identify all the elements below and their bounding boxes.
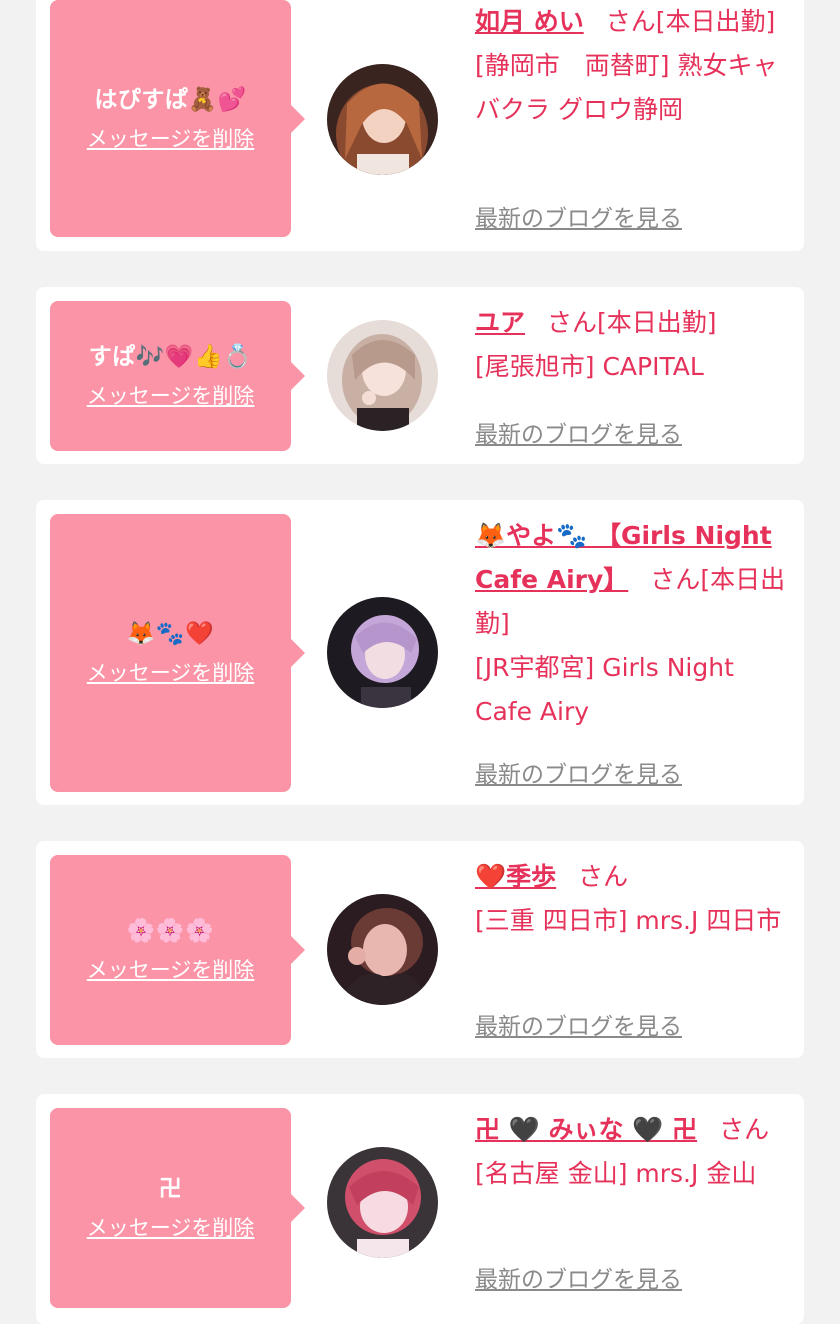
avatar[interactable] bbox=[327, 894, 438, 1005]
cast-name-link[interactable]: 卍 🖤 みぃな 🖤 卍 bbox=[475, 1115, 697, 1144]
delete-message-link[interactable]: メッセージを削除 bbox=[87, 123, 255, 153]
cast-name-link[interactable]: ユア bbox=[475, 308, 525, 337]
avatar[interactable] bbox=[327, 320, 438, 431]
message-bubble: 卍 メッセージを削除 bbox=[50, 1108, 305, 1308]
message-text: 🦊🐾❤️ bbox=[126, 621, 215, 647]
shop-info: [静岡市 両替町] 熟女キャバクラ グロウ静岡 bbox=[475, 51, 778, 124]
honorific: さん bbox=[650, 565, 701, 594]
delete-message-link[interactable]: メッセージを削除 bbox=[87, 657, 255, 687]
attendance-status: [本日出勤] bbox=[597, 308, 717, 337]
favorite-card: 🦊🐾❤️ メッセージを削除 🦊やよ🐾 【Girls Night Cafe Air… bbox=[36, 500, 804, 805]
delete-message-link[interactable]: メッセージを削除 bbox=[87, 380, 255, 410]
message-text: 卍 bbox=[158, 1176, 183, 1202]
cast-info: ❤️季歩 さん [三重 四日市] mrs.J 四日市 bbox=[475, 855, 793, 943]
cast-name-link[interactable]: ❤️季歩 bbox=[475, 862, 556, 891]
favorite-card: はぴすぱ🧸💕 メッセージを削除 如月 めい さん[本日出勤] [静岡市 両替町] … bbox=[36, 0, 804, 251]
message-bubble: はぴすぱ🧸💕 メッセージを削除 bbox=[50, 0, 305, 237]
shop-info: [JR宇都宮] Girls Night Cafe Airy bbox=[475, 653, 734, 726]
attendance-status: [本日出勤] bbox=[655, 7, 776, 36]
blog-link[interactable]: 最新のブログを見る bbox=[475, 1260, 682, 1294]
cast-info: 🦊やよ🐾 【Girls Night Cafe Airy】 さん[本日出勤] [JR… bbox=[475, 514, 793, 734]
favorite-card: 🌸🌸🌸 メッセージを削除 ❤️季歩 さん [三重 四日市] mrs.J 四日市 最… bbox=[36, 841, 804, 1058]
shop-info: [名古屋 金山] mrs.J 金山 bbox=[475, 1159, 757, 1188]
message-text: 🌸🌸🌸 bbox=[126, 918, 215, 944]
honorific: さん bbox=[547, 308, 598, 337]
blog-link[interactable]: 最新のブログを見る bbox=[475, 755, 682, 789]
message-text: はぴすぱ🧸💕 bbox=[94, 86, 247, 113]
message-bubble: すぱ🎶💗👍💍 メッセージを削除 bbox=[50, 301, 305, 451]
message-bubble: 🌸🌸🌸 メッセージを削除 bbox=[50, 855, 305, 1045]
favorite-card: すぱ🎶💗👍💍 メッセージを削除 ユア さん[本日出勤] [尾張旭市] CAPITA… bbox=[36, 287, 804, 464]
honorific: さん bbox=[578, 862, 629, 891]
blog-link[interactable]: 最新のブログを見る bbox=[475, 415, 682, 449]
favorite-card: 卍 メッセージを削除 卍 🖤 みぃな 🖤 卍さん [名古屋 金山] mrs.J … bbox=[36, 1094, 804, 1324]
message-text: すぱ🎶💗👍💍 bbox=[88, 344, 253, 370]
message-bubble: 🦊🐾❤️ メッセージを削除 bbox=[50, 514, 305, 792]
blog-link[interactable]: 最新のブログを見る bbox=[475, 1007, 682, 1041]
avatar[interactable] bbox=[327, 64, 438, 175]
avatar[interactable] bbox=[327, 597, 438, 708]
shop-info: [三重 四日市] mrs.J 四日市 bbox=[475, 906, 782, 935]
delete-message-link[interactable]: メッセージを削除 bbox=[87, 1212, 255, 1242]
blog-link[interactable]: 最新のブログを見る bbox=[475, 199, 682, 233]
cast-info: 卍 🖤 みぃな 🖤 卍さん [名古屋 金山] mrs.J 金山 bbox=[475, 1108, 793, 1196]
honorific: さん bbox=[719, 1115, 770, 1144]
cast-name-link[interactable]: 如月 めい bbox=[475, 7, 584, 36]
cast-info: ユア さん[本日出勤] [尾張旭市] CAPITAL bbox=[475, 301, 793, 389]
cast-info: 如月 めい さん[本日出勤] [静岡市 両替町] 熟女キャバクラ グロウ静岡 bbox=[475, 0, 793, 132]
avatar[interactable] bbox=[327, 1147, 438, 1258]
honorific: さん bbox=[605, 7, 656, 36]
shop-info: [尾張旭市] CAPITAL bbox=[475, 352, 704, 381]
delete-message-link[interactable]: メッセージを削除 bbox=[87, 954, 255, 984]
